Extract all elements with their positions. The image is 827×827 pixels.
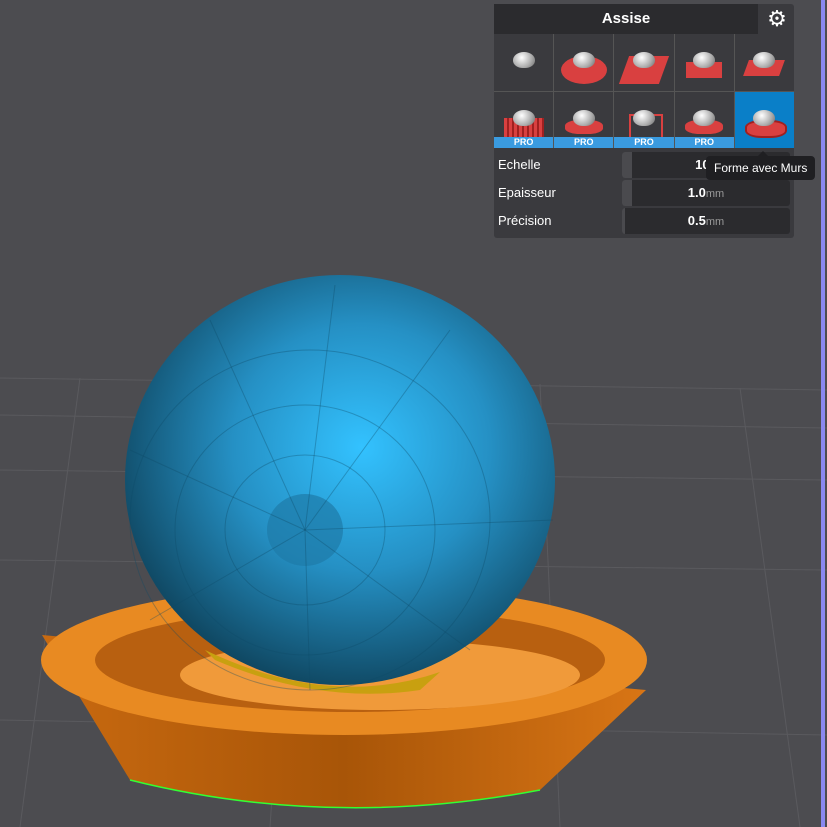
teapot-icon: [512, 52, 535, 69]
support-option-shape2[interactable]: PRO: [674, 91, 734, 148]
precision-slider[interactable]: 0.5mm: [622, 208, 790, 234]
teapot-icon: [693, 109, 716, 126]
field-label: Echelle: [498, 157, 541, 172]
slider-handle[interactable]: [622, 152, 632, 178]
support-option-square[interactable]: [614, 34, 674, 91]
pro-badge: PRO: [554, 137, 614, 148]
field-label: Epaisseur: [498, 185, 556, 200]
support-option-contour[interactable]: [674, 34, 734, 91]
teapot-icon: [632, 109, 655, 126]
teapot-icon: [632, 52, 655, 69]
teapot-icon: [512, 109, 535, 126]
slider-handle[interactable]: [622, 208, 625, 234]
pro-badge: PRO: [494, 137, 554, 148]
support-option-disc[interactable]: [554, 34, 614, 91]
field-row-precision: Précision 0.5mm: [494, 208, 794, 234]
support-option-cage[interactable]: PRO: [614, 91, 674, 148]
scrollbar[interactable]: [821, 0, 825, 827]
support-type-grid: PRO PRO PRO PRO: [494, 34, 794, 148]
pro-badge: PRO: [614, 137, 674, 148]
support-option-rect[interactable]: [734, 34, 794, 91]
teapot-icon: [572, 109, 595, 126]
field-unit: mm: [705, 216, 725, 228]
panel-title: Assise: [494, 4, 758, 34]
field-row-epaisseur: Epaisseur 1.0mm: [494, 180, 794, 206]
support-panel: Assise ⚙ PROPROPROPRO Echelle 100 Epaiss…: [494, 4, 794, 238]
pro-badge: PRO: [674, 137, 734, 148]
teapot-icon: [572, 52, 595, 69]
support-option-shape[interactable]: PRO: [554, 91, 614, 148]
tooltip: Forme avec Murs: [706, 151, 816, 180]
support-option-walls[interactable]: [734, 91, 794, 148]
field-value: 0.5: [687, 213, 706, 228]
teapot-icon: [753, 52, 776, 69]
support-option-grid[interactable]: PRO: [494, 91, 554, 148]
slider-handle[interactable]: [622, 180, 632, 206]
support-option-none[interactable]: [494, 34, 554, 91]
epaisseur-slider[interactable]: 1.0mm: [622, 180, 790, 206]
teapot-icon: [693, 52, 716, 69]
field-value: 1.0: [687, 185, 706, 200]
field-unit: mm: [705, 188, 725, 200]
field-label: Précision: [498, 213, 552, 228]
gear-icon[interactable]: ⚙: [760, 4, 794, 34]
teapot-icon: [753, 109, 776, 126]
